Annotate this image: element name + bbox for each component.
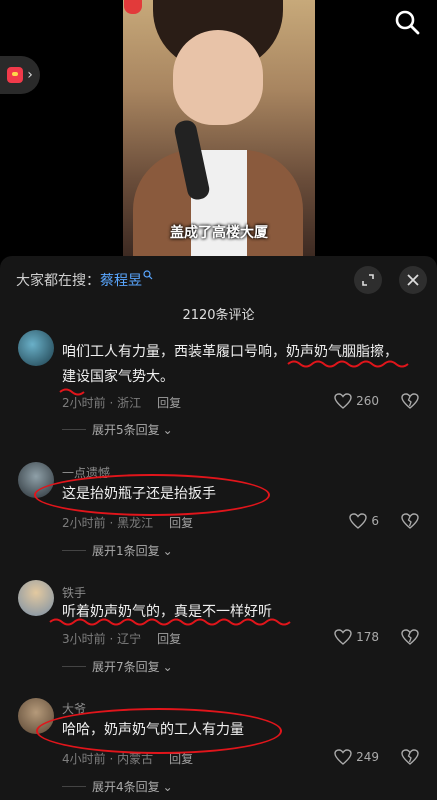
comment-text: 哈哈，奶声奶气的工人有力量	[62, 722, 244, 738]
expand-replies-label: 展开5条回复	[92, 423, 160, 437]
comment-text: 咱们工人有力量，西装革履口号响，奶声奶气胭脂擦，建设国家气势大。	[62, 344, 398, 385]
channel-logo	[124, 0, 142, 14]
trending-search[interactable]: 大家都在搜：蔡程昱	[16, 270, 153, 290]
avatar[interactable]	[18, 698, 54, 734]
trending-search-prefix: 大家都在搜：	[16, 273, 100, 289]
heart-icon	[334, 393, 352, 409]
heart-icon	[334, 629, 352, 645]
like-button[interactable]: 6	[349, 513, 379, 529]
like-button[interactable]: 249	[334, 749, 379, 765]
broken-heart-icon	[401, 513, 419, 529]
red-packet-icon	[7, 67, 24, 83]
red-packet-tab[interactable]: ›	[0, 56, 40, 94]
reply-button[interactable]: 回复	[157, 396, 181, 410]
search-button[interactable]	[393, 8, 421, 36]
heart-icon	[334, 749, 352, 765]
comment-time-location: 2小时前 · 浙江	[62, 396, 142, 410]
avatar[interactable]	[18, 580, 54, 616]
expand-replies-button[interactable]: 展开4条回复 ⌄	[62, 778, 173, 795]
like-count: 260	[356, 394, 379, 408]
comment-panel: 大家都在搜：蔡程昱 2120条评论 咱们工人有力量，西装革履口号响，奶声奶气胭脂…	[0, 256, 437, 800]
comment-meta: 3小时前 · 辽宁 回复	[62, 630, 181, 647]
expand-icon	[362, 274, 374, 286]
comment-time-location: 2小时前 · 黑龙江	[62, 516, 154, 530]
video-player[interactable]: 盖成了高楼大厦	[0, 0, 437, 256]
avatar[interactable]	[18, 330, 54, 366]
comment-text: 这是抬奶瓶子还是抬扳手	[62, 486, 216, 502]
chevron-down-icon: ⌄	[162, 543, 173, 558]
close-icon	[407, 274, 419, 286]
trending-search-keyword[interactable]: 蔡程昱	[100, 273, 142, 289]
comment-count: 2120条评论	[182, 308, 255, 323]
chevron-down-icon: ⌄	[162, 779, 173, 794]
dislike-button[interactable]	[401, 629, 419, 649]
video-frame: 盖成了高楼大厦	[123, 0, 315, 256]
expand-replies-button[interactable]: 展开7条回复 ⌄	[62, 658, 173, 675]
comment-username[interactable]: 铁手	[62, 584, 86, 601]
divider-line	[62, 550, 86, 551]
search-icon	[395, 10, 420, 35]
comment-meta: 4小时前 · 内蒙古 回复	[62, 750, 193, 767]
divider-line	[62, 786, 86, 787]
dislike-button[interactable]	[401, 749, 419, 769]
dislike-button[interactable]	[401, 513, 419, 533]
video-person-face	[173, 30, 263, 125]
close-button[interactable]	[399, 266, 427, 294]
broken-heart-icon	[401, 393, 419, 409]
comment-text: 听着奶声奶气的，真是不一样好听	[62, 604, 272, 620]
like-count: 178	[356, 630, 379, 644]
like-button[interactable]: 178	[334, 629, 379, 645]
chevron-down-icon: ⌄	[162, 659, 173, 674]
like-button[interactable]: 260	[334, 393, 379, 409]
expand-replies-button[interactable]: 展开1条回复 ⌄	[62, 542, 173, 559]
comment-time-location: 3小时前 · 辽宁	[62, 632, 142, 646]
reply-button[interactable]: 回复	[157, 632, 181, 646]
comment-time-location: 4小时前 · 内蒙古	[62, 752, 154, 766]
broken-heart-icon	[401, 629, 419, 645]
comment-meta: 2小时前 · 黑龙江 回复	[62, 514, 193, 531]
expand-replies-button[interactable]: 展开5条回复 ⌄	[62, 421, 173, 438]
expand-replies-label: 展开7条回复	[92, 660, 160, 674]
expand-replies-label: 展开4条回复	[92, 780, 160, 794]
search-icon	[143, 270, 153, 280]
comment-username[interactable]: 一点遗憾	[62, 464, 110, 481]
like-count: 249	[356, 750, 379, 764]
chevron-down-icon: ⌄	[162, 422, 173, 437]
dislike-button[interactable]	[401, 393, 419, 413]
heart-icon	[349, 513, 368, 529]
avatar[interactable]	[18, 462, 54, 498]
comment-meta: 2小时前 · 浙江 回复	[62, 394, 181, 411]
comment-username[interactable]: 大爷	[62, 700, 86, 717]
broken-heart-icon	[401, 749, 419, 765]
chevron-right-icon: ›	[27, 67, 33, 83]
divider-line	[62, 429, 86, 430]
like-count: 6	[371, 514, 379, 528]
video-subtitle: 盖成了高楼大厦	[170, 225, 268, 241]
reply-button[interactable]: 回复	[169, 516, 193, 530]
expand-replies-label: 展开1条回复	[92, 544, 160, 558]
divider-line	[62, 666, 86, 667]
expand-button[interactable]	[354, 266, 382, 294]
reply-button[interactable]: 回复	[169, 752, 193, 766]
